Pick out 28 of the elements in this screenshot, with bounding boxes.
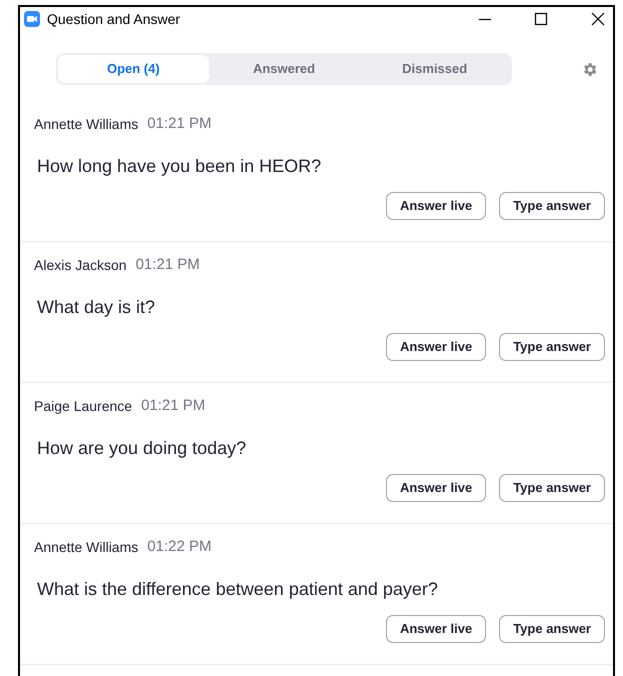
action-button[interactable]: Type answer xyxy=(499,615,605,643)
window-title: Question and Answer xyxy=(47,10,180,29)
action-button[interactable]: Answer live xyxy=(386,615,486,643)
author-name: Annette Williams xyxy=(34,538,138,556)
question-text: What is the difference between patient and payer? xyxy=(37,578,439,600)
close-icon[interactable] xyxy=(591,12,605,26)
action-button[interactable]: Answer live xyxy=(386,333,486,361)
question-time: 01:21 PM xyxy=(136,254,200,275)
question-time: 01:21 PM xyxy=(141,396,206,416)
action-button[interactable]: Answer live xyxy=(386,192,486,220)
tab[interactable]: Dismissed xyxy=(359,55,510,83)
author-name: Annette Williams xyxy=(34,114,138,134)
app-logo-icon xyxy=(24,11,40,27)
action-button[interactable]: Type answer xyxy=(499,192,605,220)
action-button[interactable]: Type answer xyxy=(499,474,605,502)
question-text: What day is it? xyxy=(37,296,156,318)
author-name: Alexis Jackson xyxy=(34,256,127,274)
question-time: 01:21 PM xyxy=(147,114,212,134)
maximize-icon[interactable] xyxy=(534,12,548,26)
question-text: How long have you been in HEOR? xyxy=(37,155,322,177)
tab[interactable]: Open (4) xyxy=(58,55,209,83)
action-button[interactable]: Type answer xyxy=(499,333,605,361)
question-text: How are you doing today? xyxy=(37,437,248,459)
tab[interactable]: Answered xyxy=(208,55,360,83)
settings-icon[interactable] xyxy=(581,60,598,78)
action-button[interactable]: Answer live xyxy=(386,474,486,502)
author-name: Paige Laurence xyxy=(34,396,132,416)
question-time: 01:22 PM xyxy=(147,536,212,557)
